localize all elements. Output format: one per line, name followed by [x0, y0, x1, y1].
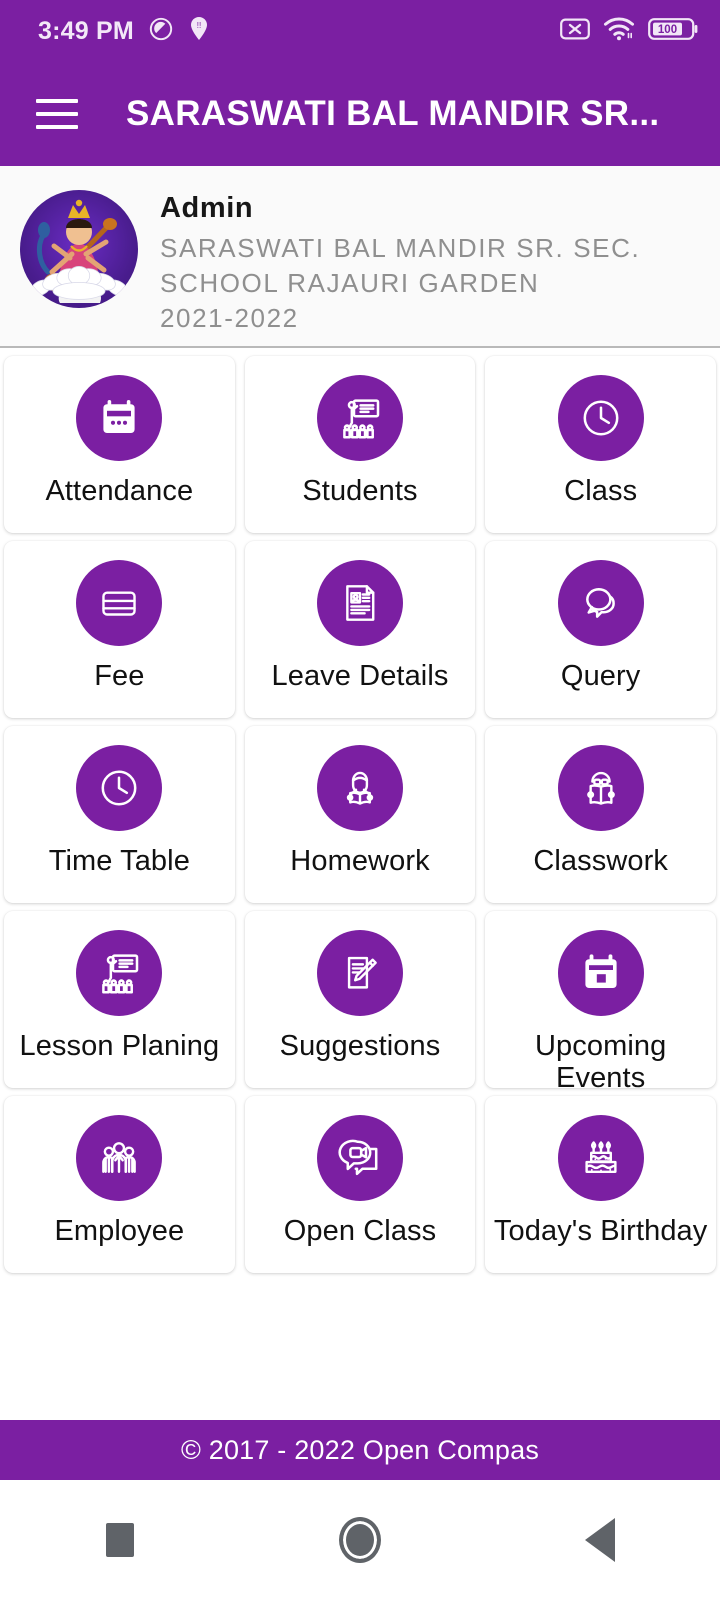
chat-bubbles-icon [557, 560, 644, 646]
svg-text:!!: !! [197, 21, 201, 30]
triangle-back-icon[interactable] [480, 1480, 720, 1600]
notepad-pencil-icon [316, 930, 403, 1016]
menu-grid: Attendance Students Class Fee Leave Detail… [0, 348, 720, 1273]
battery-icon: 100 [648, 16, 698, 47]
status-bar-right: 100 [560, 16, 698, 47]
menu-tile-leave-details[interactable]: Leave Details [244, 541, 476, 718]
location-pin-icon: !! [188, 16, 210, 47]
menu-tile-label: Upcoming Events [534, 1030, 667, 1088]
profile-school-name: SARASWATI BAL MANDIR SR. SEC. SCHOOL RAJ… [160, 233, 641, 298]
student-reading-icon [316, 745, 403, 831]
copyright-text: © 2017 - 2022 Open Compas [180, 1434, 540, 1465]
page-title: SARASWATI BAL MANDIR SR... [126, 94, 660, 133]
menu-tile-label: Time Table [48, 845, 190, 877]
do-not-disturb-icon [148, 16, 174, 47]
profile-name: Admin [160, 192, 254, 224]
app-bar: SARASWATI BAL MANDIR SR... [0, 62, 720, 166]
menu-tile-label: Class [564, 475, 638, 507]
menu-tile-label: Open Class [283, 1215, 437, 1247]
profile-text-block: Admin SARASWATI BAL MANDIR SR. SEC. SCHO… [160, 184, 700, 333]
birthday-cake-icon [557, 1115, 644, 1201]
status-bar: 3:49 PM !! 100 [0, 0, 720, 62]
menu-tile-lesson-planing[interactable]: Lesson Planing [4, 911, 235, 1088]
profile-session: 2021-2022 [160, 302, 299, 333]
teacher-board-students-icon [76, 930, 163, 1016]
id-document-icon [316, 560, 403, 646]
menu-tile-label: Lesson Planing [19, 1030, 220, 1062]
menu-tile-employee[interactable]: Employee [4, 1096, 235, 1273]
menu-tile-fee[interactable]: Fee [4, 541, 235, 718]
wifi-icon [603, 16, 635, 47]
calendar-icon [76, 375, 163, 461]
menu-tile-query[interactable]: Query [485, 541, 716, 718]
credit-card-icon [76, 560, 163, 646]
menu-tile-suggestions[interactable]: Suggestions [244, 911, 476, 1088]
status-bar-left: 3:49 PM !! [38, 16, 210, 47]
menu-tile-label: Employee [54, 1215, 185, 1247]
status-bar-clock: 3:49 PM [38, 16, 134, 45]
menu-tile-label: Homework [290, 845, 430, 877]
person-open-book-icon [557, 745, 644, 831]
menu-tile-label: Today's Birthday [493, 1215, 708, 1247]
calendar-event-icon [557, 930, 644, 1016]
menu-tile-students[interactable]: Students [244, 356, 476, 533]
app-screen: 3:49 PM !! 100 SARASWATI BAL MANDIR SR..… [0, 0, 720, 1600]
clock-icon [76, 745, 163, 831]
menu-tile-time-table[interactable]: Time Table [4, 726, 235, 903]
menu-tile-attendance[interactable]: Attendance [4, 356, 235, 533]
saraswati-avatar [20, 190, 138, 308]
menu-tile-label: Classwork [533, 845, 668, 877]
teacher-board-students-icon [316, 375, 403, 461]
menu-tile-homework[interactable]: Homework [244, 726, 476, 903]
no-sim-icon [560, 17, 590, 46]
menu-tile-label: Suggestions [279, 1030, 441, 1062]
menu-tile-label: Students [302, 475, 418, 507]
svg-text:100: 100 [658, 24, 677, 36]
people-group-icon [76, 1115, 163, 1201]
clock-icon [557, 375, 644, 461]
square-recents-icon[interactable] [0, 1480, 240, 1600]
menu-tile-today-s-birthday[interactable]: Today's Birthday [485, 1096, 716, 1273]
hamburger-menu-icon[interactable] [36, 99, 78, 129]
menu-tile-label: Query [560, 660, 641, 692]
menu-tile-classwork[interactable]: Classwork [485, 726, 716, 903]
menu-tile-class[interactable]: Class [485, 356, 716, 533]
menu-tile-label: Attendance [45, 475, 194, 507]
menu-tile-open-class[interactable]: Open Class [244, 1096, 476, 1273]
video-chat-icon [316, 1115, 403, 1201]
menu-tile-label: Leave Details [271, 660, 449, 692]
profile-header: Admin SARASWATI BAL MANDIR SR. SEC. SCHO… [0, 166, 720, 348]
menu-tile-upcoming-events[interactable]: Upcoming Events [485, 911, 716, 1088]
system-navigation-bar [0, 1480, 720, 1600]
footer-bar: © 2017 - 2022 Open Compas [0, 1420, 720, 1480]
menu-tile-label: Fee [94, 660, 145, 692]
circle-home-icon[interactable] [240, 1480, 480, 1600]
